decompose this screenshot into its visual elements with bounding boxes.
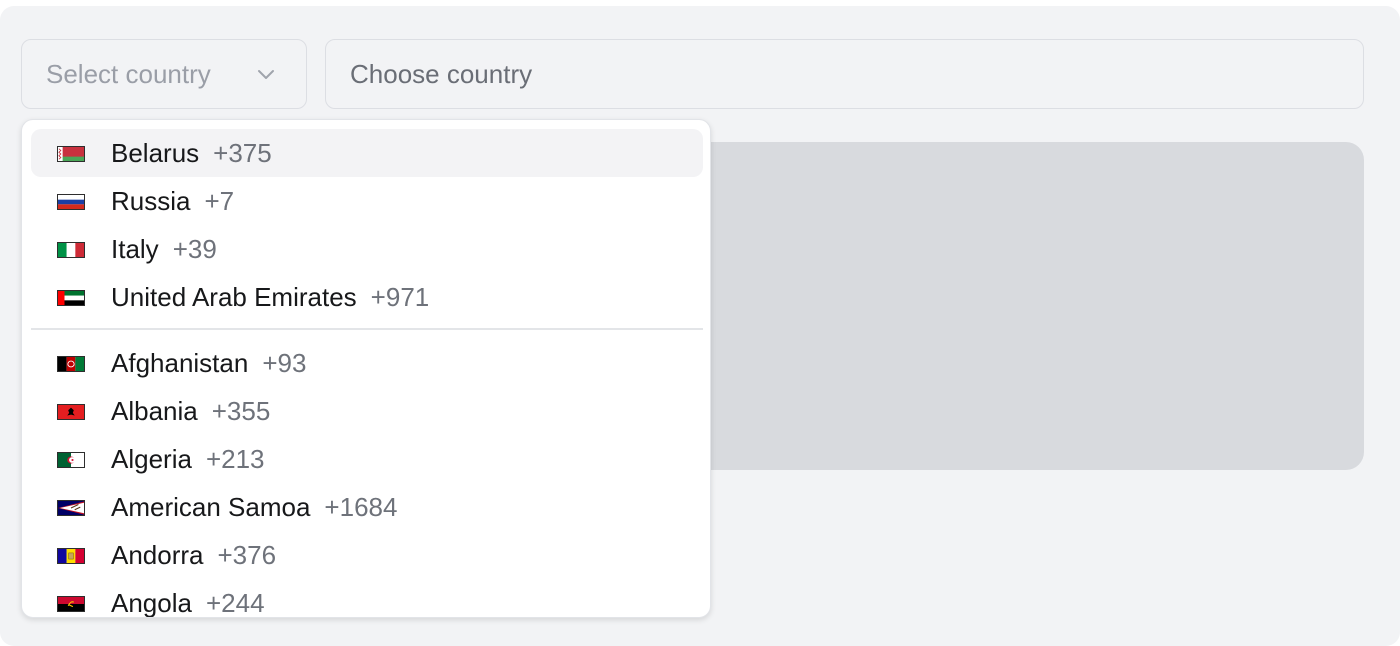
- country-name: Andorra: [111, 540, 204, 570]
- country-code: +39: [172, 234, 217, 264]
- country-name: Algeria: [111, 444, 192, 474]
- country-option-uae[interactable]: United Arab Emirates +971: [31, 273, 703, 321]
- country-select[interactable]: Select country: [21, 39, 307, 109]
- belarus-flag-icon: [57, 146, 85, 162]
- country-code: +213: [205, 444, 265, 474]
- american-samoa-flag-icon: [57, 500, 85, 516]
- country-option-belarus[interactable]: Belarus +375: [31, 129, 703, 177]
- country-code: +244: [205, 588, 265, 617]
- country-code: +7: [204, 186, 235, 216]
- country-code: +971: [370, 282, 430, 312]
- country-name: Belarus: [111, 138, 200, 168]
- country-code: +93: [262, 348, 307, 378]
- country-code: +1684: [324, 492, 398, 522]
- country-input[interactable]: Choose country: [325, 39, 1364, 109]
- country-option-albania[interactable]: Albania +355: [31, 387, 703, 435]
- algeria-flag-icon: [57, 452, 85, 468]
- country-name: Angola: [111, 588, 192, 617]
- country-list[interactable]: Belarus +375 Russia +7 Italy +39 United …: [22, 120, 710, 617]
- chevron-down-icon: [258, 70, 274, 79]
- country-code: +376: [217, 540, 277, 570]
- russia-flag-icon: [57, 194, 85, 210]
- country-name: Afghanistan: [111, 348, 249, 378]
- angola-flag-icon: [57, 596, 85, 612]
- uae-flag-icon: [57, 290, 85, 306]
- country-code: +375: [213, 138, 272, 168]
- country-name: American Samoa: [111, 492, 311, 522]
- italy-flag-icon: [57, 242, 85, 258]
- country-name: United Arab Emirates: [111, 282, 357, 312]
- country-option-algeria[interactable]: Algeria +213: [31, 435, 703, 483]
- content-placeholder-panel: [690, 142, 1364, 470]
- country-option-angola[interactable]: Angola +244: [31, 579, 703, 617]
- country-name: Russia: [111, 186, 191, 216]
- country-code: +355: [211, 396, 271, 426]
- country-option-afghanistan[interactable]: Afghanistan +93: [31, 339, 703, 387]
- country-input-placeholder: Choose country: [350, 58, 533, 89]
- country-option-american-samoa[interactable]: American Samoa +1684: [31, 483, 703, 531]
- albania-flag-icon: [57, 404, 85, 420]
- country-option-italy[interactable]: Italy +39: [31, 225, 703, 273]
- country-option-andorra[interactable]: Andorra +376: [31, 531, 703, 579]
- list-divider: [31, 328, 703, 330]
- andorra-flag-icon: [57, 548, 85, 564]
- country-name: Albania: [111, 396, 198, 426]
- afghanistan-flag-icon: [57, 356, 85, 372]
- country-dropdown[interactable]: Belarus +375 Russia +7 Italy +39 United …: [21, 119, 711, 618]
- country-name: Italy: [111, 234, 159, 264]
- country-select-placeholder: Select country: [46, 58, 211, 89]
- country-option-russia[interactable]: Russia +7: [31, 177, 703, 225]
